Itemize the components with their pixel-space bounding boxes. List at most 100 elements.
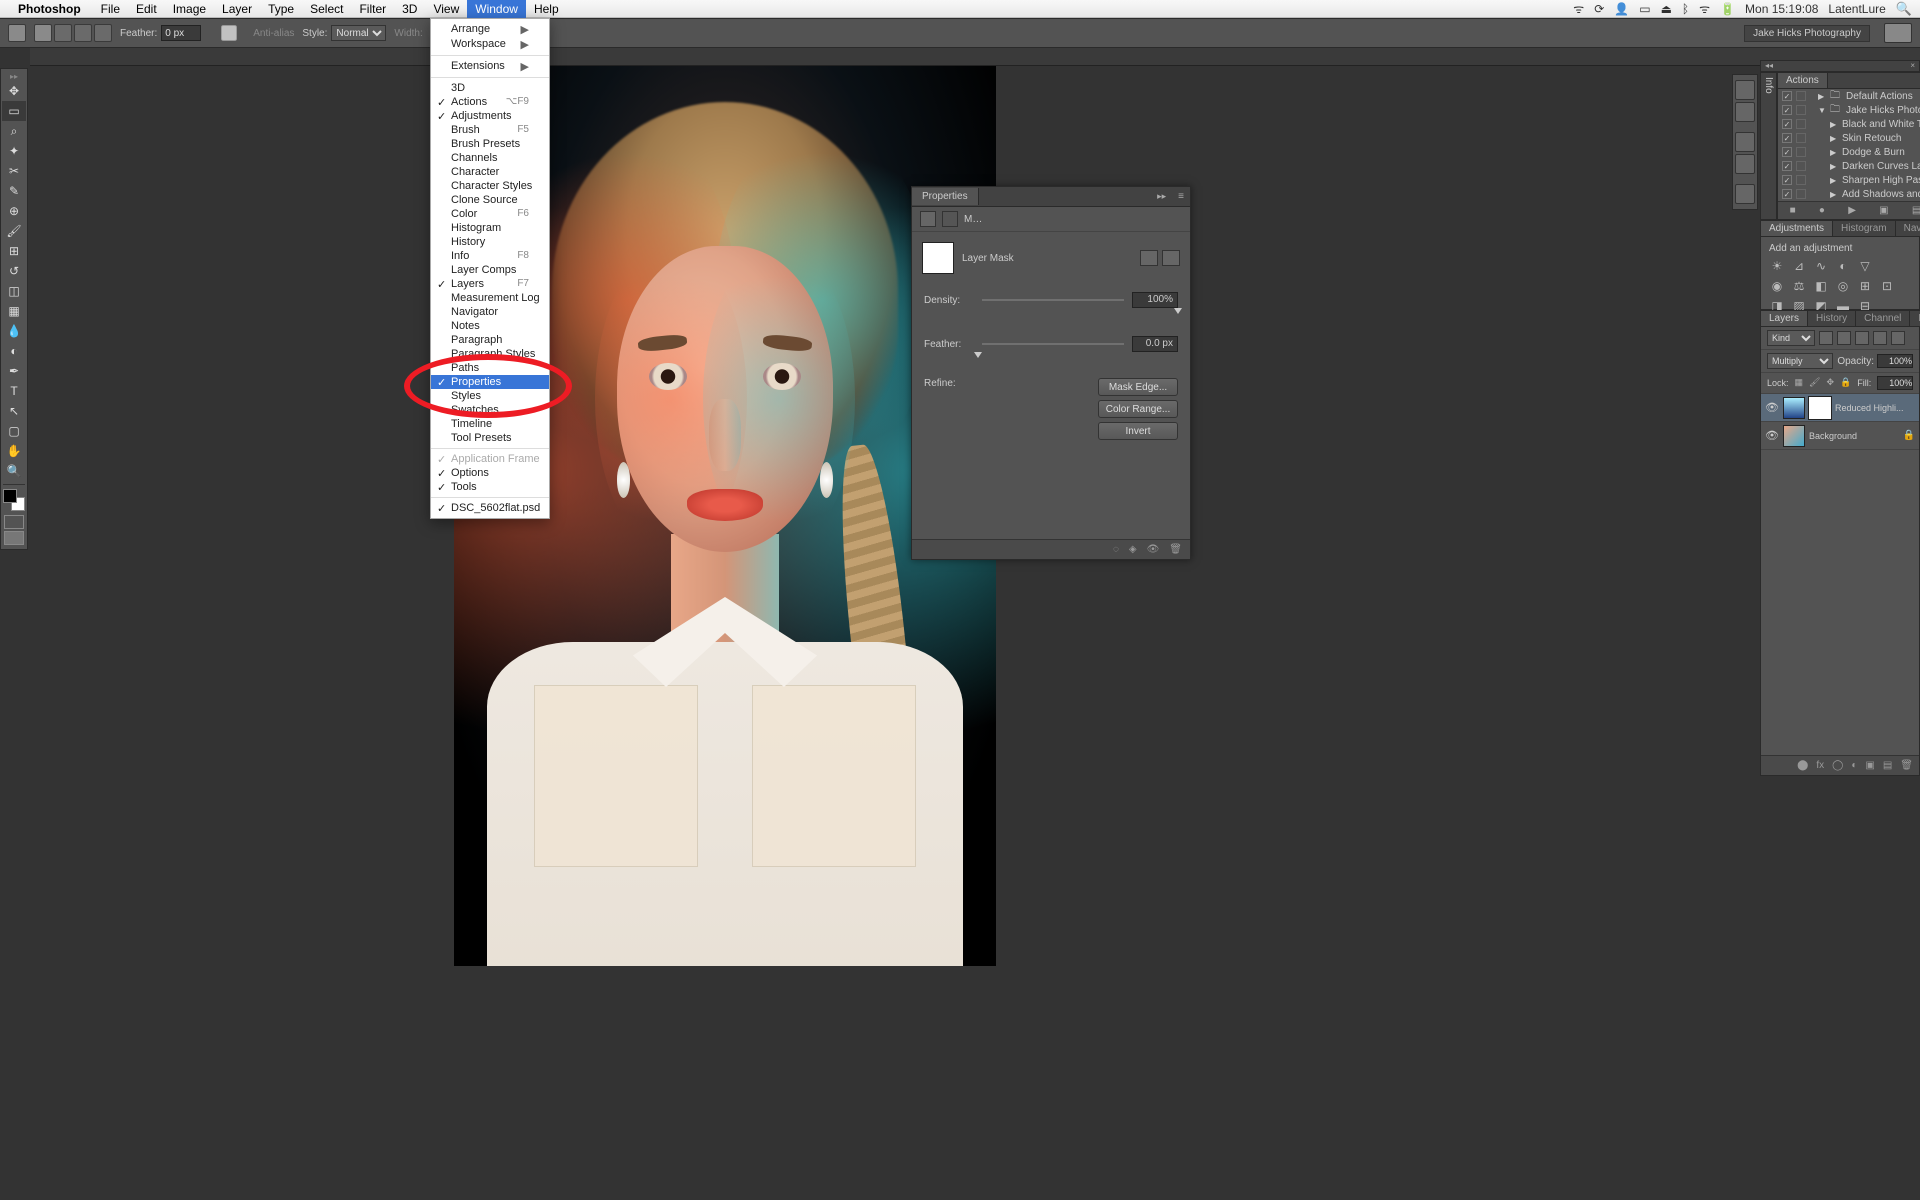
dock-close[interactable]: ×: [1910, 61, 1915, 71]
menu-extensions[interactable]: Extensions▶: [431, 59, 549, 74]
username[interactable]: LatentLure: [1828, 2, 1885, 16]
menu-color[interactable]: ColorF6: [431, 207, 549, 221]
action-row[interactable]: ✓▶Skin Retouch: [1778, 131, 1920, 145]
menu-file[interactable]: File: [93, 0, 128, 18]
display-icon[interactable]: ▭: [1639, 2, 1650, 16]
menu-tools[interactable]: ✓Tools: [431, 480, 549, 494]
tool-preset-button[interactable]: [8, 24, 26, 42]
tab-handle[interactable]: ▸▸: [2, 71, 26, 81]
selection-subtract[interactable]: [74, 24, 92, 42]
adj-channelmixer[interactable]: ⊞: [1857, 278, 1873, 294]
magic-wand-tool[interactable]: ✦: [2, 141, 26, 161]
menu-info[interactable]: InfoF8: [431, 249, 549, 263]
lock-position[interactable]: ✥: [1826, 377, 1834, 389]
menu-notes[interactable]: Notes: [431, 319, 549, 333]
clone-stamp-tool[interactable]: ⊞: [2, 241, 26, 261]
menu-paths[interactable]: Paths: [431, 361, 549, 375]
hand-tool[interactable]: ✋: [2, 441, 26, 461]
filter-smart[interactable]: [1891, 331, 1905, 345]
menu-histogram[interactable]: Histogram: [431, 221, 549, 235]
swatches-panel-icon[interactable]: [1735, 184, 1755, 204]
adj-exposure[interactable]: ◐: [1835, 258, 1851, 274]
app-name[interactable]: Photoshop: [18, 2, 81, 16]
new-adjustment-layer[interactable]: ◐: [1851, 760, 1857, 771]
dodge-tool[interactable]: ◐: [2, 341, 26, 361]
menu-brush-presets[interactable]: Brush Presets: [431, 137, 549, 151]
menu-measurement-log[interactable]: Measurement Log: [431, 291, 549, 305]
add-mask[interactable]: ◯: [1832, 760, 1843, 771]
menu-3d[interactable]: 3D: [431, 81, 549, 95]
menu-select[interactable]: Select: [302, 0, 351, 18]
adj-photofilter[interactable]: ◎: [1835, 278, 1851, 294]
dock-collapse[interactable]: ◂◂: [1765, 61, 1773, 71]
visibility-toggle[interactable]: 👁: [1765, 429, 1779, 442]
new-layer[interactable]: ▤: [1883, 760, 1892, 771]
action-row[interactable]: ✓▶Sharpen High Pass Set: [1778, 173, 1920, 187]
menu-view[interactable]: View: [425, 0, 467, 18]
workspace-label[interactable]: Jake Hicks Photography: [1744, 25, 1870, 42]
record-action[interactable]: ●: [1819, 205, 1825, 216]
menu-workspace[interactable]: Workspace▶: [431, 37, 549, 52]
panel-menu-icon[interactable]: ≡: [1172, 191, 1190, 202]
action-row[interactable]: ✓▶Black and White Tone Pr...: [1778, 117, 1920, 131]
menu-tool-presets[interactable]: Tool Presets: [431, 431, 549, 445]
spotlight-icon[interactable]: 🔍: [1896, 1, 1912, 17]
layer-row[interactable]: 👁Reduced Highli...: [1761, 394, 1919, 422]
selection-intersect[interactable]: [94, 24, 112, 42]
lock-pixels[interactable]: 🖌: [1809, 377, 1820, 389]
quick-mask-toggle[interactable]: [4, 515, 24, 529]
invert-button[interactable]: Invert: [1098, 422, 1178, 440]
document-tabs[interactable]: [30, 48, 1920, 66]
menu-document[interactable]: ✓DSC_5602flat.psd: [431, 501, 549, 515]
adj-colorbalance[interactable]: ⚖: [1791, 278, 1807, 294]
menu-swatches[interactable]: Swatches: [431, 403, 549, 417]
link-layers[interactable]: ⬤: [1797, 760, 1808, 771]
menu-layers[interactable]: ✓LayersF7: [431, 277, 549, 291]
blur-tool[interactable]: 💧: [2, 321, 26, 341]
layers-tab[interactable]: Layers: [1761, 311, 1808, 326]
filter-pixel[interactable]: [1819, 331, 1833, 345]
action-row[interactable]: ✓▼🗀Jake Hicks Photography ...: [1778, 103, 1920, 117]
density-value[interactable]: 100%: [1132, 292, 1178, 308]
screen-mode-button[interactable]: [1884, 23, 1912, 43]
airport-icon[interactable]: ᯤ: [1699, 0, 1710, 17]
menu-adjustments[interactable]: ✓Adjustments: [431, 109, 549, 123]
density-slider[interactable]: [982, 299, 1124, 301]
adjustments-tab[interactable]: Adjustments: [1761, 221, 1833, 236]
add-pixel-mask[interactable]: [1140, 250, 1158, 266]
mask-mode-pixel[interactable]: [920, 211, 936, 227]
marquee-tool[interactable]: ▭: [2, 101, 26, 121]
adj-brightness[interactable]: ☀: [1769, 258, 1785, 274]
properties-tab[interactable]: Properties: [912, 188, 979, 205]
menu-history[interactable]: History: [431, 235, 549, 249]
adj-hue[interactable]: ◉: [1769, 278, 1785, 294]
paragraph-panel-icon[interactable]: [1735, 102, 1755, 122]
menu-layer[interactable]: Layer: [214, 0, 260, 18]
menu-options[interactable]: ✓Options: [431, 466, 549, 480]
layer-fx[interactable]: fx: [1816, 760, 1824, 771]
action-row[interactable]: ✓▶Darken Curves Layers: [1778, 159, 1920, 173]
histogram-tab[interactable]: Histogram: [1833, 221, 1896, 236]
sync-icon[interactable]: ⟳: [1594, 2, 1604, 16]
feather-value[interactable]: 0.0 px: [1132, 336, 1178, 352]
load-selection-icon[interactable]: ◌: [1113, 544, 1119, 555]
eraser-tool[interactable]: ◫: [2, 281, 26, 301]
wifi-icon[interactable]: ᯤ: [1573, 0, 1584, 17]
adj-lookup[interactable]: ⊡: [1879, 278, 1895, 294]
menu-timeline[interactable]: Timeline: [431, 417, 549, 431]
menu-styles[interactable]: Styles: [431, 389, 549, 403]
user-icon[interactable]: 👤: [1614, 2, 1629, 16]
stop-action[interactable]: ■: [1790, 205, 1796, 216]
eyedropper-tool[interactable]: ✎: [2, 181, 26, 201]
history-tab[interactable]: History: [1808, 311, 1856, 326]
type-tool[interactable]: T: [2, 381, 26, 401]
lock-all[interactable]: 🔒: [1840, 377, 1851, 389]
action-row[interactable]: ✓▶Add Shadows and Highli...: [1778, 187, 1920, 201]
adj-vibrance[interactable]: ▽: [1857, 258, 1873, 274]
menu-properties[interactable]: ✓Properties: [431, 375, 549, 389]
feather-input[interactable]: [161, 25, 201, 41]
menu-edit[interactable]: Edit: [128, 0, 165, 18]
menu-filter[interactable]: Filter: [351, 0, 394, 18]
lock-transparency[interactable]: ▦: [1795, 377, 1804, 389]
opacity-input[interactable]: [1877, 354, 1913, 368]
